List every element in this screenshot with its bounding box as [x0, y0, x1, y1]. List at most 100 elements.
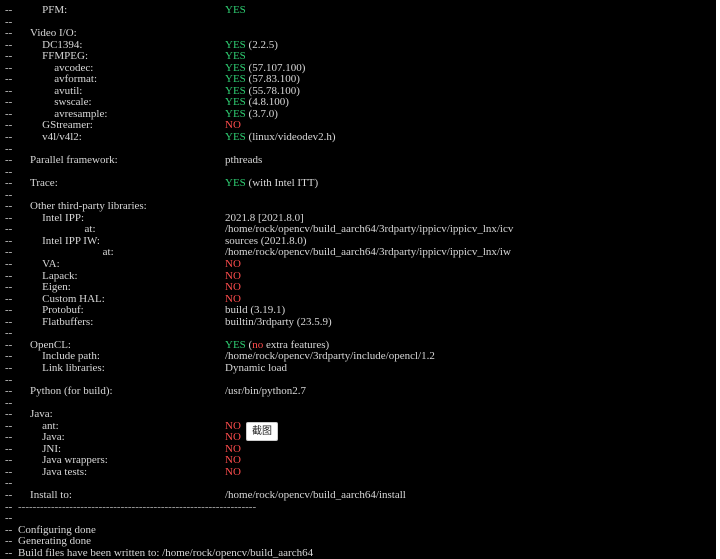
status-yes: YES: [225, 50, 246, 63]
status-no: NO: [225, 465, 241, 478]
terminal-line: -- Parallel framework: pthreads: [5, 154, 716, 167]
config-label: Java tests:: [42, 465, 88, 478]
terminal-line: -- Protobuf: build (3.19.1): [5, 304, 716, 317]
value-text: build (3.19.1): [225, 304, 286, 317]
value-text: Dynamic load: [225, 361, 288, 374]
status-yes: YES: [225, 73, 246, 86]
status-yes: YES: [225, 107, 246, 120]
value-text: /home/rock/opencv/3rdparty/include/openc…: [225, 350, 435, 363]
value-text: (4.8.100): [245, 96, 289, 109]
line-prefix: --: [5, 546, 13, 559]
terminal-output: -- PFM: YES -- -- Video I/O: -- DC1394: YES (2.2…: [5, 4, 716, 559]
terminal-line: -- Other third-party libraries:: [5, 201, 716, 213]
terminal-line: -- Link libraries: Dynamic load: [5, 361, 716, 375]
config-value: NO: [225, 465, 241, 479]
line-prefix: --: [5, 512, 13, 525]
value-text: (with Intel ITT): [245, 177, 319, 190]
status-no: NO: [225, 119, 241, 132]
config-label: Python (for build):: [30, 385, 113, 398]
terminal-line: -- Java:: [5, 409, 716, 421]
line-prefix: --: [5, 27, 13, 40]
status-no: NO: [225, 431, 241, 444]
config-label: v4l/v4l2:: [42, 131, 82, 144]
terminal-line: -- Java: NO: [5, 431, 716, 444]
line-prefix: --: [5, 408, 13, 421]
terminal-line: -- avutil: YES (55.78.100): [5, 84, 716, 98]
config-value: pthreads: [225, 154, 263, 167]
config-label: Install to:: [30, 488, 72, 501]
value-text: /usr/bin/python2.7: [225, 385, 306, 398]
line-prefix: --: [5, 361, 13, 374]
status-yes: YES: [225, 38, 246, 51]
config-label: Intel IPP:: [42, 211, 85, 224]
value-text: sources (2021.8.0): [225, 234, 307, 247]
value-text: (3.7.0): [245, 107, 278, 120]
terminal-line: -- at:/home/rock/opencv/build_aarch64/3rd…: [5, 247, 716, 259]
status-yes: YES: [225, 61, 246, 74]
terminal-line: -- avformat: YES (57.83.100): [5, 74, 716, 86]
value-text: /home/rock/opencv/build_aarch64/3rdparty…: [225, 223, 514, 236]
terminal-line: -- Java wrappers: NO: [5, 455, 716, 467]
line-prefix: --: [5, 535, 13, 548]
status-no: NO: [225, 454, 241, 467]
terminal-line: -- PFM: YES: [5, 4, 716, 17]
status-line: --: [5, 513, 716, 525]
terminal-line: -- VA: NO: [5, 258, 716, 271]
status-no: no: [252, 338, 264, 351]
terminal-line: -- JNI: NO: [5, 442, 716, 456]
config-value: /home/rock/opencv/build_aarch64/install: [225, 489, 406, 502]
config-value: /usr/bin/python2.7: [225, 385, 306, 398]
line-prefix: --: [5, 50, 13, 63]
build-status-text: Build files have been written to: /home/…: [18, 546, 314, 559]
terminal-line: -- avresample: YES (3.7.0): [5, 107, 716, 121]
terminal-line: -- FFMPEG: YES: [5, 50, 716, 63]
config-label: Eigen:: [42, 281, 71, 294]
terminal-line: -- swscale: YES (4.8.100): [5, 97, 716, 109]
terminal-line: -- Python (for build): /usr/bin/python2.7: [5, 385, 716, 398]
status-yes: YES: [225, 4, 246, 16]
terminal-line: --: [5, 16, 716, 29]
config-label: Link libraries:: [42, 361, 105, 374]
line-prefix: --: [5, 385, 13, 398]
status-no: NO: [225, 258, 241, 271]
value-text: (2.2.5): [245, 38, 278, 51]
terminal-line: -- Video I/O:: [5, 28, 716, 40]
status-no: NO: [225, 292, 241, 305]
config-label: Java:: [30, 408, 53, 421]
status-yes: YES: [225, 96, 246, 109]
separator-line: -- --------------------------------------…: [5, 500, 716, 514]
value-text: pthreads: [225, 154, 263, 167]
config-label: Intel IPP IW:: [42, 234, 100, 247]
config-label: Trace:: [30, 177, 58, 190]
status-line: -- Generating done: [5, 536, 716, 548]
config-label: VA:: [42, 258, 60, 271]
status-line: -- Configuring done: [5, 524, 716, 537]
separator-dashes: ----------------------------------------…: [18, 500, 257, 513]
terminal-line: -- Eigen: NO: [5, 281, 716, 294]
terminal-line: -- Trace: YES (with Intel ITT): [5, 177, 716, 190]
status-no: NO: [225, 269, 241, 282]
config-label: FFMPEG:: [42, 50, 88, 63]
status-line: -- Build files have been written to: /hom…: [5, 546, 716, 559]
terminal-line: --: [5, 166, 716, 179]
config-value: Dynamic load: [225, 361, 288, 375]
config-label: PFM:: [42, 4, 68, 16]
value-text: extra features): [263, 338, 330, 351]
config-value: /home/rock/opencv/build_aarch64/3rdparty…: [225, 247, 511, 259]
terminal-line: -- ant: NO: [5, 420, 716, 433]
terminal-window[interactable]: -- PFM: YES -- -- Video I/O: -- DC1394: YES (2.2…: [0, 0, 720, 559]
line-prefix: --: [5, 131, 13, 144]
line-prefix: --: [5, 488, 13, 501]
status-yes: YES: [225, 338, 246, 351]
status-yes: YES: [225, 131, 246, 144]
terminal-line: -- v4l/v4l2: YES (linux/videodev2.h): [5, 131, 716, 144]
screenshot-tooltip: 截图: [246, 422, 278, 441]
line-prefix: --: [5, 281, 13, 294]
status-no: NO: [225, 442, 241, 455]
terminal-line: -- avcodec: YES (57.107.100): [5, 61, 716, 75]
build-status-text: Generating done: [18, 535, 91, 548]
terminal-line: -- Lapack: NO: [5, 269, 716, 283]
status-yes: YES: [225, 84, 246, 97]
line-prefix: --: [5, 258, 13, 271]
config-value: YES (with Intel ITT): [225, 177, 319, 190]
